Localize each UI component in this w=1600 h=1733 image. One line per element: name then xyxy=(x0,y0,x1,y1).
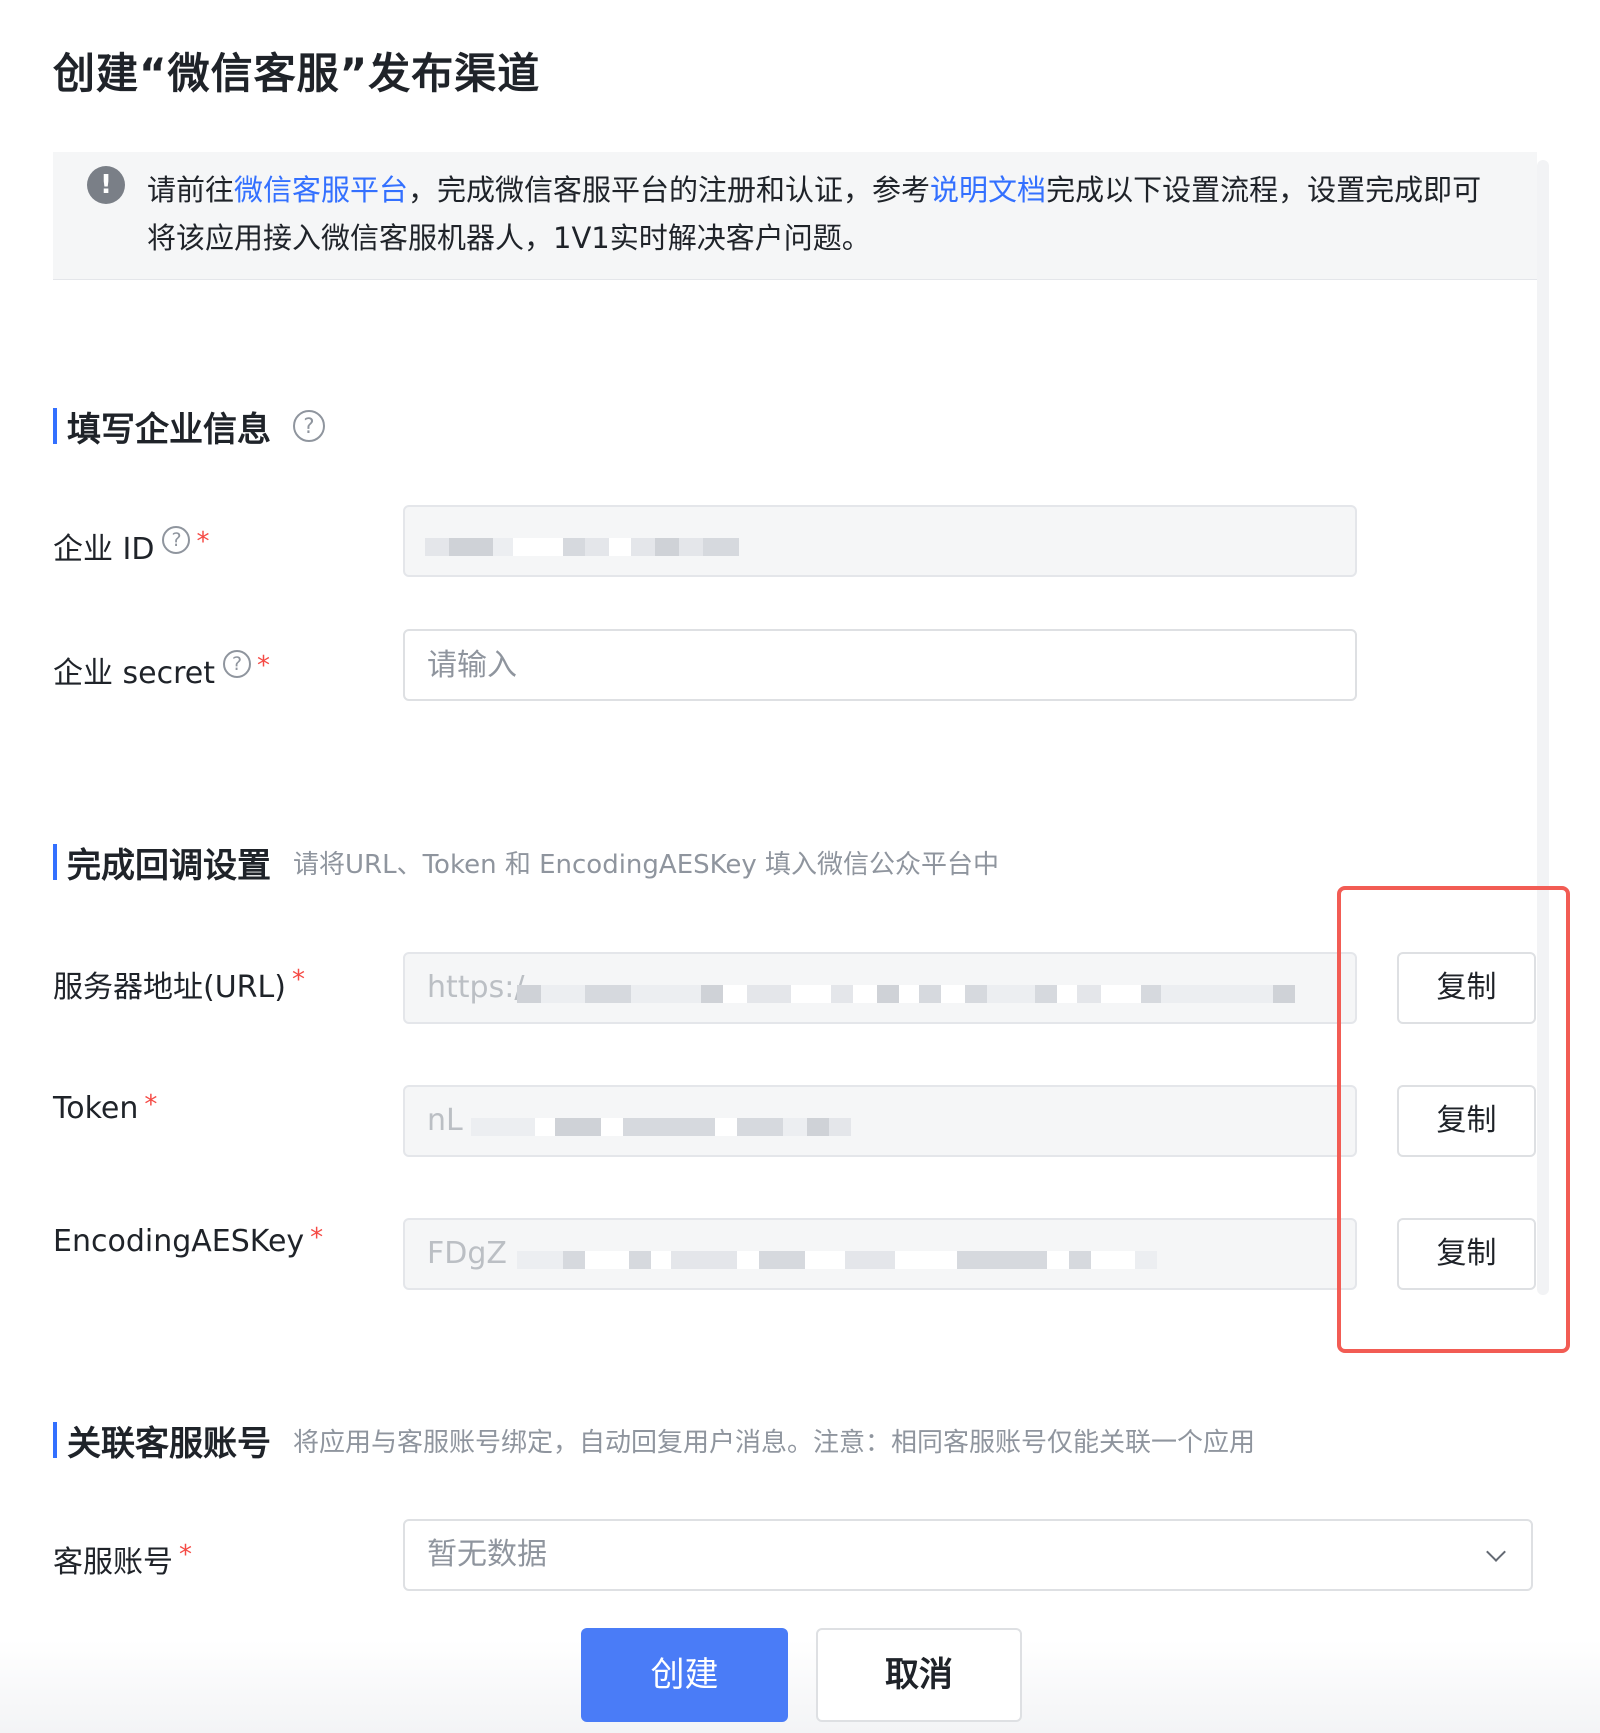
question-icon[interactable]: ? xyxy=(223,650,252,678)
notice-banner: ! 请前往微信客服平台，完成微信客服平台的注册和认证，参考说明文档完成以下设置流… xyxy=(53,152,1537,280)
token-value: nL xyxy=(427,1103,463,1138)
annotation-highlight-box xyxy=(1337,886,1570,1353)
corp-secret-input[interactable] xyxy=(405,631,1355,699)
token-field[interactable]: nL xyxy=(403,1085,1357,1157)
token-label-text: Token xyxy=(53,1091,139,1126)
aes-key-label: EncodingAESKey * xyxy=(53,1222,324,1260)
section-title: 关联客服账号 xyxy=(67,1423,271,1464)
chevron-down-icon xyxy=(1486,1542,1506,1562)
notice-text: 请前往微信客服平台，完成微信客服平台的注册和认证，参考说明文档完成以下设置流程，… xyxy=(147,166,1507,262)
aes-key-label-text: EncodingAESKey xyxy=(53,1224,305,1259)
section-accent-bar xyxy=(53,844,57,880)
masked-value xyxy=(517,1251,1157,1269)
corp-secret-label-text: 企业 secret xyxy=(53,656,216,691)
url-label-text: 服务器地址(URL) xyxy=(53,970,286,1005)
section-description: 将应用与客服账号绑定，自动回复用户消息。注意：相同客服账号仅能关联一个应用 xyxy=(293,1427,1256,1458)
service-account-select[interactable]: 暂无数据 xyxy=(403,1519,1533,1591)
notice-text-prefix: 请前往 xyxy=(147,173,235,207)
required-mark: * xyxy=(144,1089,158,1120)
question-icon[interactable]: ? xyxy=(293,410,325,442)
masked-value xyxy=(425,538,739,556)
create-button[interactable]: 创建 xyxy=(581,1628,788,1722)
exclamation-icon: ! xyxy=(87,166,125,204)
service-account-label-text: 客服账号 xyxy=(53,1545,173,1580)
footer-background xyxy=(0,1640,1600,1733)
section-link-service-account: 关联客服账号 将应用与客服账号绑定，自动回复用户消息。注意：相同客服账号仅能关联… xyxy=(53,1421,1256,1464)
required-mark: * xyxy=(179,1540,192,1570)
token-label: Token * xyxy=(53,1089,158,1127)
corp-secret-field[interactable] xyxy=(403,629,1357,701)
masked-value xyxy=(471,1118,851,1136)
section-enterprise-info: 填写企业信息 ? xyxy=(53,407,325,450)
required-mark: * xyxy=(196,527,210,557)
service-account-label: 客服账号 * xyxy=(53,1537,192,1581)
section-callback-settings: 完成回调设置 请将URL、Token 和 EncodingAESKey 填入微信… xyxy=(53,843,1000,886)
cancel-button[interactable]: 取消 xyxy=(816,1628,1022,1722)
corp-secret-label: 企业 secret ? * xyxy=(53,648,270,692)
required-mark: * xyxy=(310,1222,324,1253)
section-accent-bar xyxy=(53,1422,57,1458)
section-title: 填写企业信息 xyxy=(67,409,271,450)
corp-id-field[interactable] xyxy=(403,505,1357,577)
url-field[interactable]: https:/ xyxy=(403,952,1357,1024)
wechat-service-platform-link[interactable]: 微信客服平台 xyxy=(234,173,408,207)
required-mark: * xyxy=(291,965,305,995)
section-title: 完成回调设置 xyxy=(67,845,271,886)
corp-id-label: 企业 ID ? * xyxy=(53,524,209,568)
section-description: 请将URL、Token 和 EncodingAESKey 填入微信公众平台中 xyxy=(293,849,1000,880)
service-account-value: 暂无数据 xyxy=(427,1537,547,1572)
notice-text-middle: ，完成微信客服平台的注册和认证，参考 xyxy=(408,173,931,207)
url-label: 服务器地址(URL) * xyxy=(53,962,305,1006)
docs-link[interactable]: 说明文档 xyxy=(930,173,1046,207)
aes-key-field[interactable]: FDgZ xyxy=(403,1218,1357,1290)
aes-key-value: FDgZ xyxy=(427,1236,507,1271)
section-accent-bar xyxy=(53,408,57,444)
page-title: 创建“微信客服”发布渠道 xyxy=(53,49,541,98)
required-mark: * xyxy=(257,651,271,681)
url-value: https:/ xyxy=(427,970,525,1005)
question-icon[interactable]: ? xyxy=(162,526,191,554)
corp-id-label-text: 企业 ID xyxy=(53,532,155,567)
masked-value xyxy=(517,985,1295,1003)
